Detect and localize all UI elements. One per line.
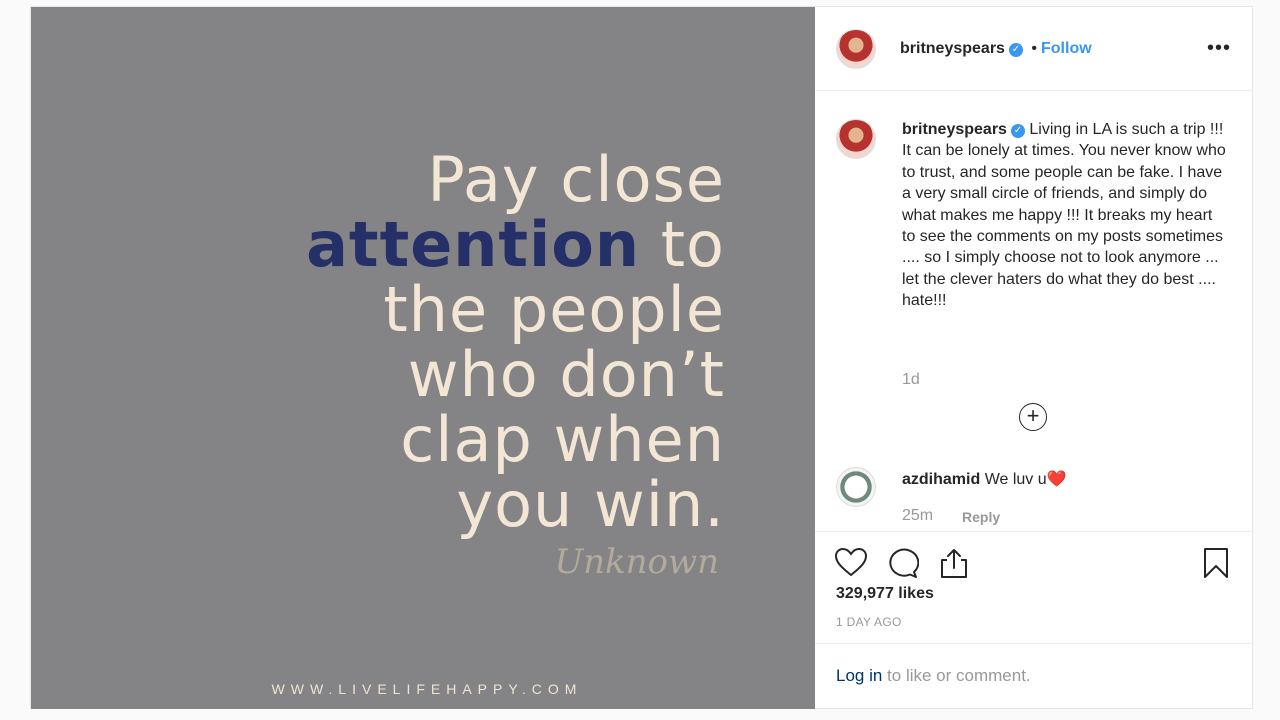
- post-date: 1 DAY AGO: [836, 615, 902, 629]
- author-username[interactable]: britneyspears: [900, 40, 1005, 57]
- commenter-username[interactable]: azdihamid: [902, 471, 980, 488]
- heart-icon[interactable]: [834, 546, 868, 580]
- quote-line: clap when: [400, 403, 725, 476]
- quote-line: who don’t: [407, 338, 725, 411]
- plus-circle-icon: +: [1026, 403, 1040, 428]
- caption-username[interactable]: britneyspears: [902, 121, 1007, 138]
- instagram-post: Pay close attention to the people who do…: [30, 6, 1253, 709]
- author-avatar[interactable]: [836, 29, 876, 69]
- caption-author-avatar[interactable]: [836, 119, 876, 159]
- post-sidebar: britneyspears ✓ • Follow ••• britneyspears…: [815, 7, 1253, 709]
- login-prompt: Log in to like or comment.: [836, 666, 1031, 686]
- quote-text: Pay close attention to the people who do…: [165, 147, 725, 537]
- header-user-row: britneyspears ✓ • Follow: [900, 40, 1092, 58]
- reply-button[interactable]: Reply: [962, 509, 1000, 525]
- heart-emoji: ❤️: [1046, 471, 1067, 488]
- caption-time[interactable]: 1d: [902, 371, 920, 389]
- quote-attribution: Unknown: [554, 542, 719, 582]
- post-image[interactable]: Pay close attention to the people who do…: [31, 7, 815, 709]
- post-caption: britneyspears ✓ Living in LA is such a tr…: [902, 119, 1227, 312]
- quote-line: Pay close: [427, 143, 725, 216]
- quote-line: attention to: [165, 212, 725, 277]
- bookmark-icon[interactable]: [1199, 546, 1233, 580]
- quote-highlight: attention: [306, 208, 641, 281]
- likes-count[interactable]: 329,977 likes: [836, 585, 934, 603]
- quote-line: the people: [383, 273, 725, 346]
- comment-item: azdihamid We luv u❤️: [902, 469, 1067, 489]
- post-header: britneyspears ✓ • Follow •••: [815, 7, 1253, 91]
- comment-text: We luv u: [984, 471, 1047, 488]
- verified-badge-icon: ✓: [1008, 43, 1023, 57]
- comment-time[interactable]: 25m: [902, 507, 933, 525]
- caption-text: Living in LA is such a trip !!! It can b…: [902, 121, 1226, 310]
- load-more-comments-button[interactable]: +: [1019, 403, 1047, 431]
- separator-dot: •: [1031, 40, 1037, 57]
- login-link[interactable]: Log in: [836, 666, 882, 685]
- follow-button[interactable]: Follow: [1041, 40, 1092, 57]
- quote-line-tail: to: [660, 208, 725, 281]
- comment-icon[interactable]: [885, 546, 919, 580]
- share-icon[interactable]: [937, 546, 971, 580]
- quote-line: you win.: [456, 468, 725, 541]
- login-prompt-bar: Log in to like or comment.: [815, 643, 1253, 709]
- image-watermark-site: WWW.LIVELIFEHAPPY.COM: [271, 681, 583, 697]
- more-options-icon[interactable]: •••: [1207, 37, 1231, 60]
- login-prompt-rest: to like or comment.: [882, 666, 1031, 685]
- verified-badge-icon: ✓: [1010, 124, 1025, 138]
- commenter-avatar[interactable]: [836, 467, 876, 507]
